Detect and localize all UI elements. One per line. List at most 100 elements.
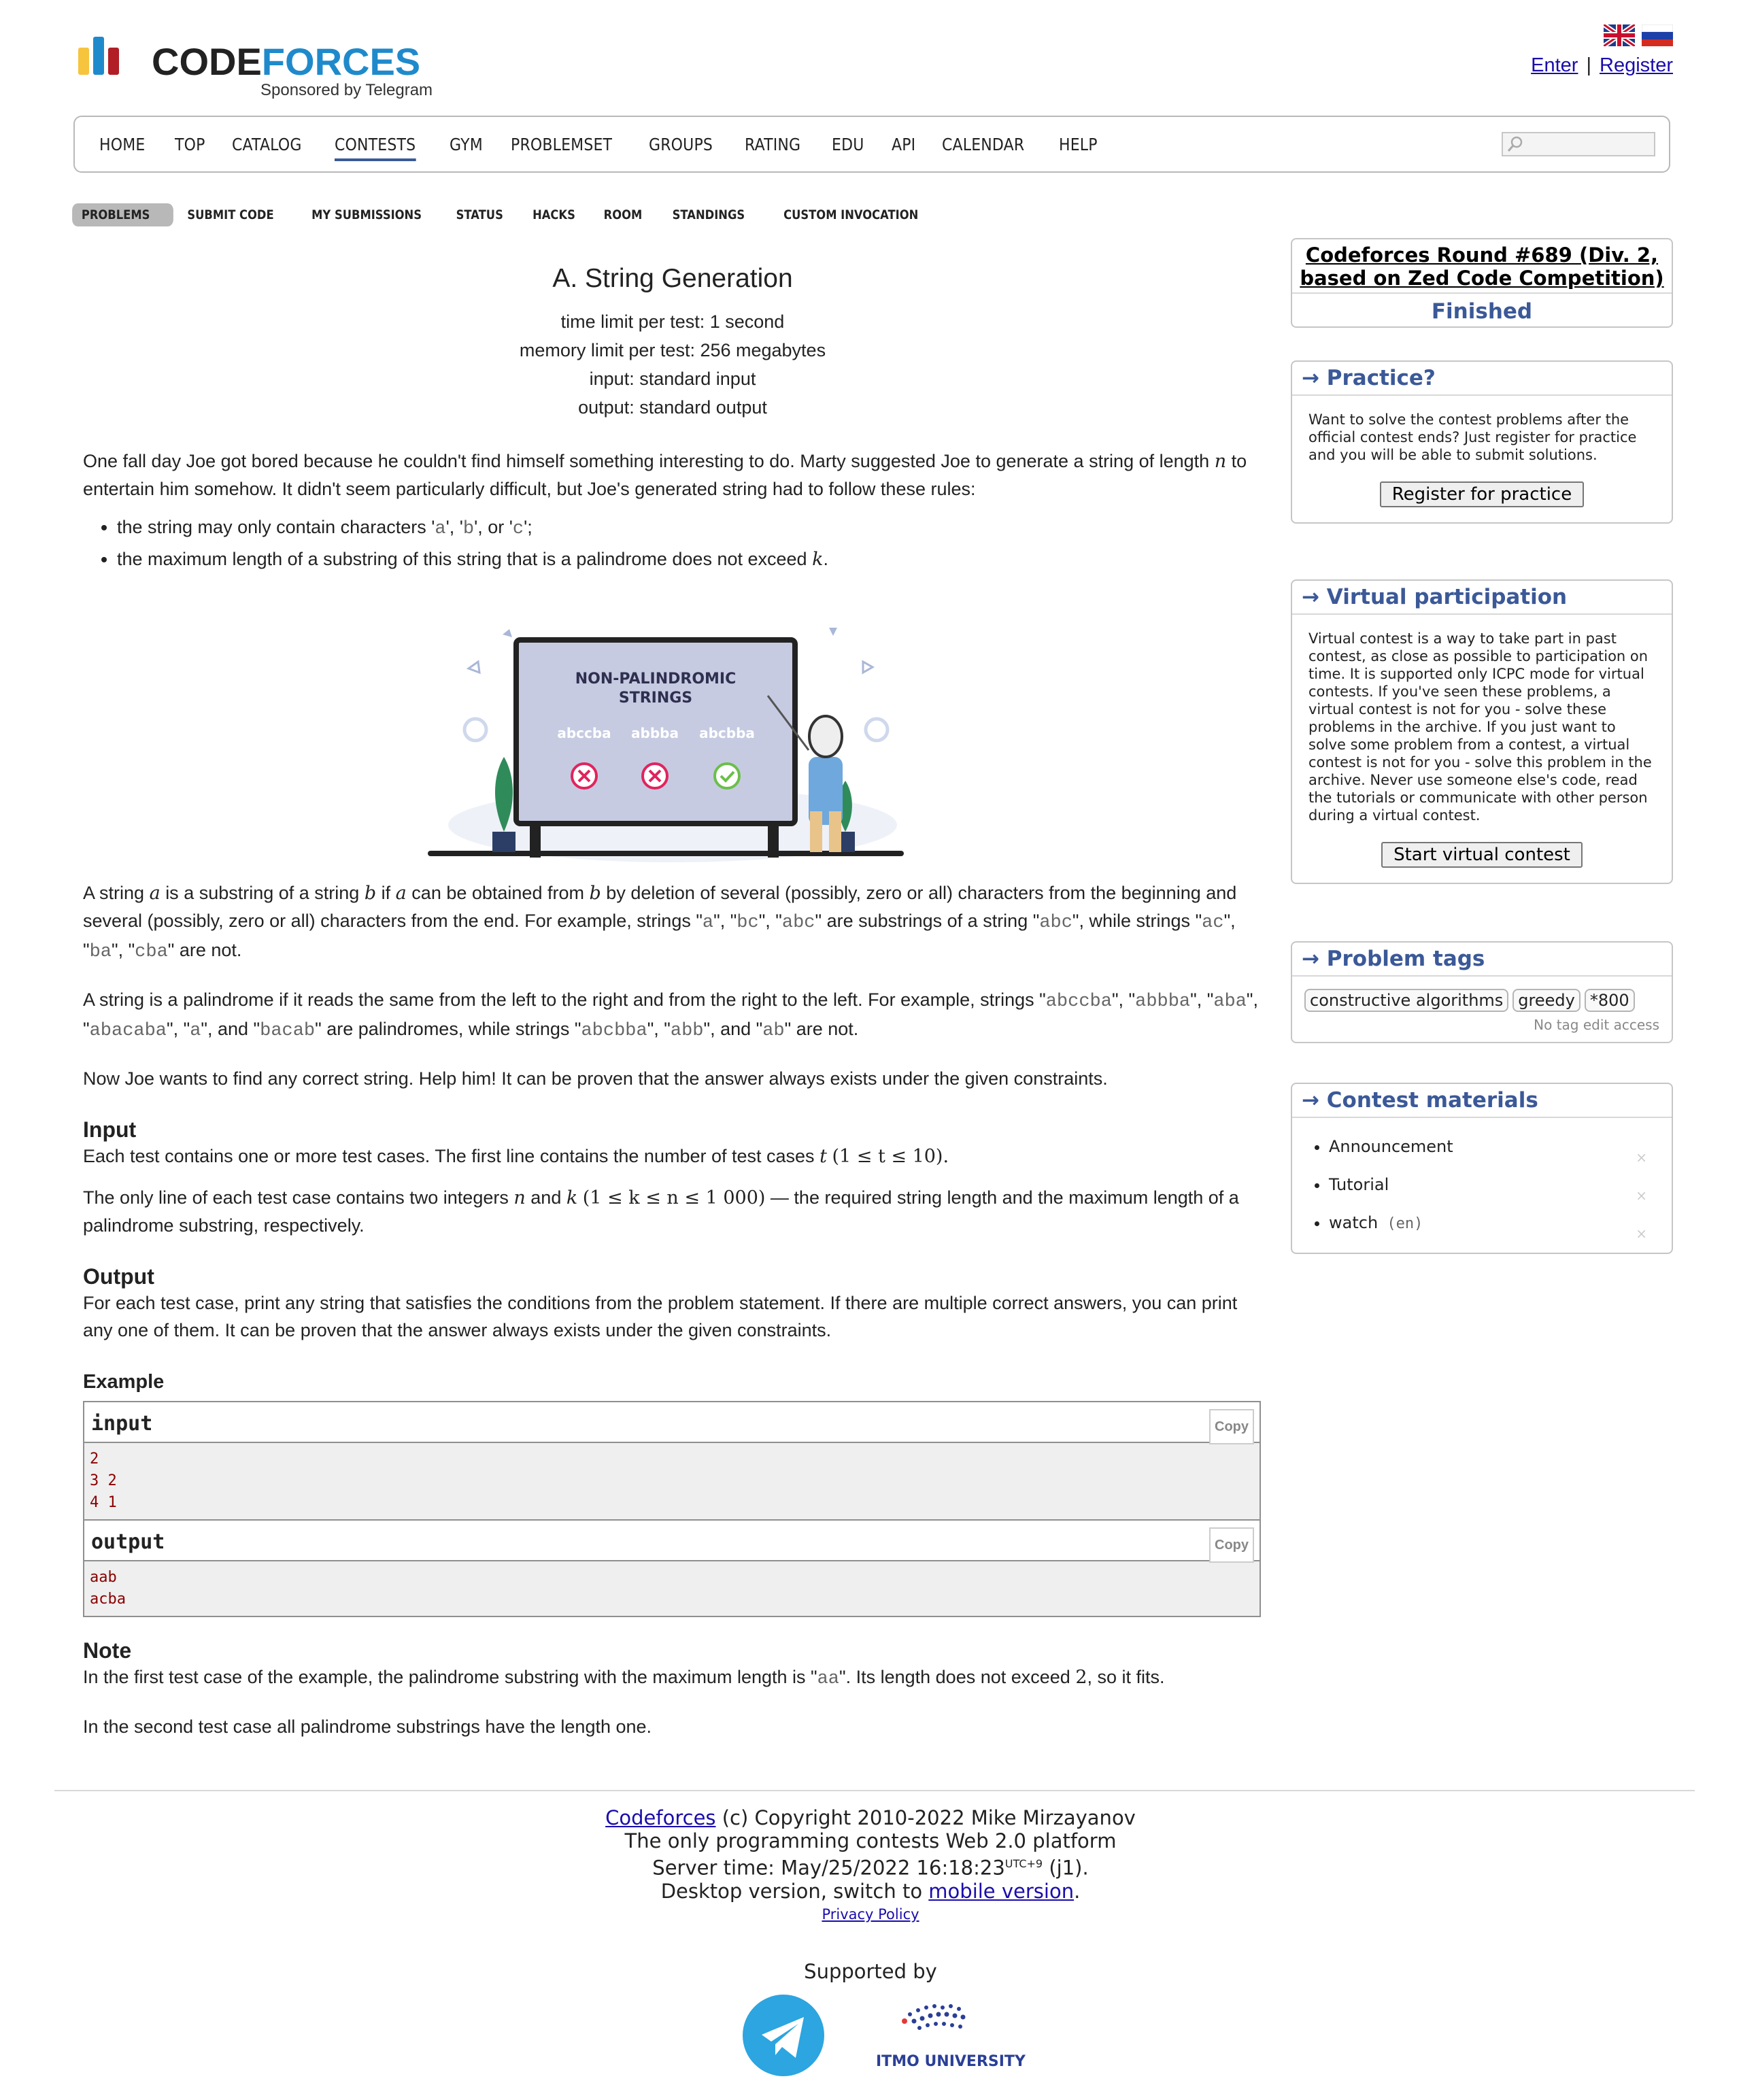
virtual-title: → Virtual participation: [1292, 581, 1672, 615]
sample-input-line: 4 1: [90, 1494, 117, 1511]
cross-icon: [571, 762, 598, 790]
menu-item-api[interactable]: API: [892, 135, 915, 161]
footer-divider: [54, 1790, 1695, 1791]
sample-input-label: input: [91, 1412, 153, 1436]
telegram-logo-icon[interactable]: [743, 1995, 824, 2076]
footer-platform: The only programming contests Web 2.0 pl…: [624, 1829, 1117, 1852]
check-icon: [713, 762, 741, 790]
itmo-logo-icon[interactable]: ITMO UNIVERSITY: [876, 2004, 1026, 2070]
menu-item-problemset[interactable]: PROBLEMSET: [511, 135, 612, 161]
codeforces-logo[interactable]: CODEFORCES Sponsored by Telegram: [78, 33, 459, 101]
register-link[interactable]: Register: [1600, 54, 1673, 76]
logo-sponsor: Sponsored by Telegram: [260, 81, 433, 99]
input-section-title: Input: [83, 1117, 137, 1142]
problem-tag[interactable]: greedy: [1512, 989, 1581, 1012]
practice-title: → Practice?: [1292, 362, 1672, 396]
input-spec-1: Each test contains one or more test case…: [83, 1146, 949, 1167]
time-limit: time limit per test: 1 second: [560, 311, 785, 332]
sample-input-body: 2 3 2 4 1: [84, 1443, 1260, 1519]
submenu-room[interactable]: ROOM: [594, 203, 651, 226]
board-title-1: NON-PALINDROMIC: [575, 671, 737, 688]
sponsor-logos: ITMO UNIVERSITY: [743, 1995, 1026, 2076]
problem-tags-box: → Problem tags constructive algorithms gr…: [1291, 941, 1673, 1043]
copy-input-button[interactable]: Copy: [1209, 1409, 1254, 1444]
footer-desktop: Desktop version, switch to mobile versio…: [660, 1879, 1081, 1903]
contest-submenu: PROBLEMS SUBMIT CODE MY SUBMISSIONS STATUS H…: [64, 203, 941, 227]
remove-icon[interactable]: ×: [1636, 1215, 1647, 1253]
output-spec: For each test case, print any string tha…: [83, 1293, 1238, 1340]
menu-item-edu[interactable]: EDU: [832, 135, 864, 161]
menu-item-help[interactable]: HELP: [1059, 135, 1098, 161]
submenu-custom-invocation[interactable]: CUSTOM INVOCATION: [775, 203, 928, 226]
practice-body: Want to solve the contest problems after…: [1292, 396, 1672, 522]
problem-illustration: NON-PALINDROMIC STRINGS abccba abbba abc…: [428, 628, 904, 862]
material-link[interactable]: watch: [1329, 1213, 1378, 1232]
goal-paragraph: Now Joe wants to find any correct string…: [83, 1068, 1108, 1089]
start-virtual-contest-button[interactable]: Start virtual contest: [1381, 842, 1583, 868]
practice-box: → Practice? Want to solve the contest pr…: [1291, 360, 1673, 524]
submenu-status[interactable]: STATUS: [447, 203, 513, 226]
contest-phase: Finished: [1431, 299, 1533, 324]
menu-item-catalog[interactable]: CATALOG: [232, 135, 302, 161]
material-item: Tutorial×: [1329, 1166, 1647, 1204]
footer-codeforces-link[interactable]: Codeforces: [605, 1806, 715, 1829]
sample-input-line: 2: [90, 1451, 99, 1468]
search-input[interactable]: [1502, 132, 1655, 156]
material-language: (en): [1378, 1215, 1423, 1232]
auth-separator: |: [1586, 54, 1591, 76]
material-link[interactable]: Announcement: [1329, 1137, 1453, 1156]
russia-flag-icon[interactable]: [1642, 24, 1673, 46]
material-item: Announcement×: [1329, 1128, 1647, 1166]
material-link[interactable]: Tutorial: [1329, 1175, 1389, 1194]
menu-item-contests[interactable]: CONTESTS: [334, 135, 416, 161]
rule-item: the string may only contain characters '…: [117, 512, 1262, 544]
submenu-submit-code[interactable]: SUBMIT CODE: [178, 203, 283, 226]
submenu-my-submissions[interactable]: MY SUBMISSIONS: [302, 203, 430, 226]
materials-title: → Contest materials: [1292, 1084, 1672, 1118]
mobile-version-link[interactable]: mobile version: [928, 1880, 1074, 1903]
copy-output-button[interactable]: Copy: [1209, 1527, 1254, 1563]
menu-item-home[interactable]: HOME: [99, 135, 145, 161]
problem-tag[interactable]: *800: [1584, 989, 1635, 1012]
register-for-practice-button[interactable]: Register for practice: [1379, 481, 1585, 507]
itmo-text: ITMO UNIVERSITY: [876, 2053, 1026, 2070]
enter-link[interactable]: Enter: [1531, 54, 1578, 76]
sample-output-label: output: [91, 1530, 165, 1554]
tags-list: constructive algorithms greedy *800: [1304, 989, 1659, 1012]
menu-item-gym[interactable]: GYM: [450, 135, 483, 161]
submenu-hacks[interactable]: HACKS: [523, 203, 584, 226]
virtual-participation-box: → Virtual participation Virtual contest …: [1291, 579, 1673, 884]
sample-output-line: aab: [90, 1569, 117, 1586]
contest-name-link[interactable]: Codeforces Round #689 (Div. 2, based on …: [1292, 239, 1672, 294]
board-word-2: abbba: [631, 725, 679, 741]
submenu-standings[interactable]: STANDINGS: [663, 203, 754, 226]
privacy-row: Privacy Policy: [0, 1903, 1741, 1926]
rule-item: the maximum length of a substring of thi…: [117, 544, 1262, 575]
submenu-problems[interactable]: PROBLEMS: [72, 203, 173, 226]
board-title-2: STRINGS: [619, 690, 692, 707]
no-tag-edit-access: No tag edit access: [1534, 1017, 1659, 1033]
uk-flag-icon[interactable]: [1604, 24, 1635, 46]
practice-text: Want to solve the contest problems after…: [1308, 411, 1637, 463]
logo-bar-red: [108, 48, 119, 75]
menu-item-rating[interactable]: RATING: [745, 135, 800, 161]
menu-item-top[interactable]: TOP: [175, 135, 205, 161]
auth-links: Enter | Register: [1531, 54, 1673, 77]
sample-output-header: output Copy: [84, 1519, 1260, 1563]
main-menu: HOME TOP CATALOG CONTESTS GYM PROBLEMSET GROUP…: [73, 116, 1670, 173]
sample-output-line: acba: [90, 1591, 126, 1608]
board-word-1: abccba: [557, 725, 611, 741]
sample-output-body: aab acba: [84, 1561, 1260, 1616]
menu-item-groups[interactable]: GROUPS: [649, 135, 713, 161]
memory-limit: memory limit per test: 256 megabytes: [519, 340, 826, 360]
materials-body: Announcement×Tutorial× watch (en) ×: [1292, 1118, 1672, 1253]
note-section-title: Note: [83, 1638, 132, 1663]
input-spec-2: The only line of each test case contains…: [83, 1187, 1239, 1236]
problem-tag[interactable]: constructive algorithms: [1304, 989, 1509, 1012]
logo-bar-blue: [93, 37, 104, 75]
privacy-policy-link[interactable]: Privacy Policy: [822, 1906, 919, 1923]
board-word-3: abcbba: [699, 725, 755, 741]
tags-title: → Problem tags: [1292, 943, 1672, 977]
substring-definition: A string a is a substring of a string b …: [83, 883, 1237, 962]
menu-item-calendar[interactable]: CALENDAR: [942, 135, 1024, 161]
